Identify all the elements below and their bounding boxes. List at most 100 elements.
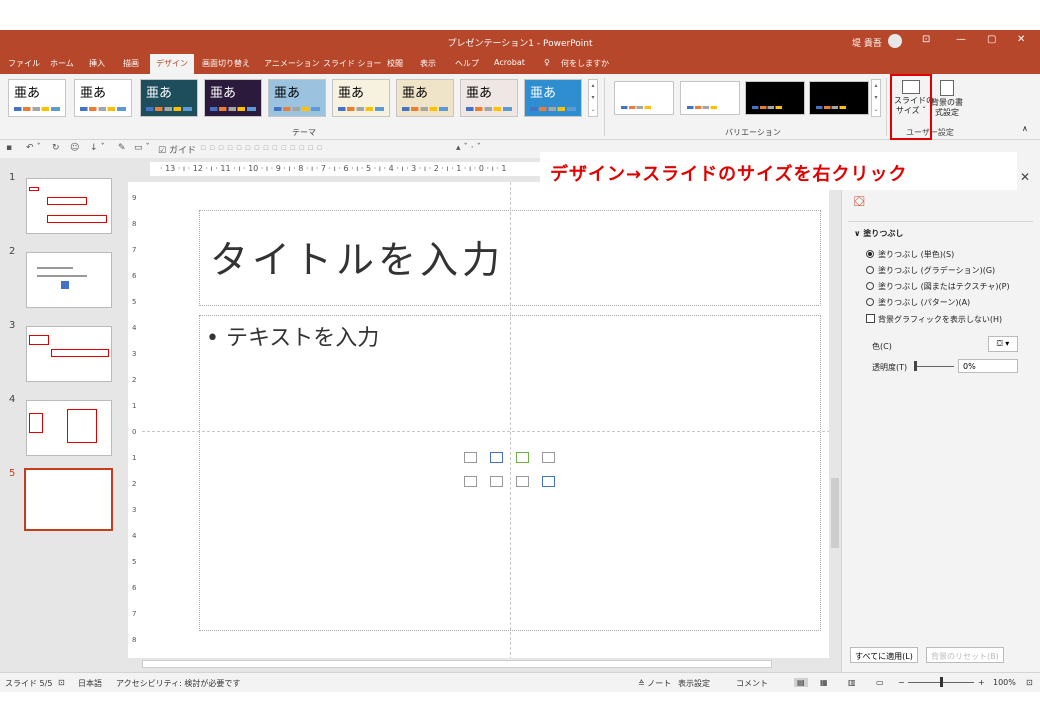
fill-icon[interactable]: ⛋ xyxy=(854,194,865,210)
undo-icon[interactable]: ↶ ˇ xyxy=(26,143,41,153)
gradient-fill-radio[interactable] xyxy=(866,266,874,274)
slide-thumbnail-2[interactable] xyxy=(26,252,112,308)
variant-3[interactable] xyxy=(745,81,805,115)
theme-office[interactable]: 亜あ xyxy=(8,79,66,117)
tab-home[interactable]: ホーム xyxy=(50,58,74,69)
tell-me-search[interactable]: 何をしますか xyxy=(561,58,609,69)
pane-divider[interactable] xyxy=(118,158,128,672)
pointer-icon[interactable]: ↓ ˇ xyxy=(90,143,105,153)
smartart-icon[interactable] xyxy=(516,452,529,463)
slide-canvas[interactable]: タイトルを入力 • テキストを入力 xyxy=(142,182,830,660)
format-background-button[interactable]: 背景の書 式設定 xyxy=(930,80,964,118)
fill-color-button[interactable]: ⛋ ▾ xyxy=(988,336,1018,352)
minimize-button[interactable]: — xyxy=(956,34,966,45)
accessibility-status[interactable]: アクセシビリティ: 検討が必要です xyxy=(116,678,240,689)
tab-view[interactable]: 表示 xyxy=(420,58,436,69)
redo-icon[interactable]: ↻ xyxy=(52,143,60,153)
display-settings-button[interactable]: 表示設定 xyxy=(678,678,710,689)
hide-graphics-checkbox[interactable] xyxy=(866,314,875,323)
theme-8[interactable]: 亜あ xyxy=(460,79,518,117)
zoom-in-icon[interactable]: + xyxy=(978,678,985,687)
presenter-icon[interactable]: ☺ xyxy=(70,143,79,153)
tab-insert[interactable]: 挿入 xyxy=(89,58,105,69)
3d-model-icon[interactable] xyxy=(542,452,555,463)
slide-thumbnail-4[interactable] xyxy=(26,400,112,456)
user-name[interactable]: 堤 貴吾 xyxy=(852,36,882,49)
comments-button[interactable]: コメント xyxy=(736,678,768,689)
zoom-level[interactable]: 100% xyxy=(993,678,1016,687)
online-picture-icon[interactable] xyxy=(490,476,503,487)
restore-button[interactable]: ▢ xyxy=(987,34,996,45)
more-icon[interactable]: ▴ ˇ · ˇ xyxy=(456,143,481,153)
guide-checkbox[interactable]: ☑ ガイド xyxy=(158,143,196,156)
video-icon[interactable] xyxy=(516,476,529,487)
horizontal-guide[interactable] xyxy=(142,431,830,432)
tab-review[interactable]: 校閲 xyxy=(387,58,403,69)
slide-thumbnail-1[interactable] xyxy=(26,178,112,234)
pen-icon[interactable]: ✎ xyxy=(118,143,126,153)
normal-view-icon[interactable]: ▤ xyxy=(794,678,808,687)
theme-6[interactable]: 亜あ xyxy=(332,79,390,117)
picture-icon[interactable] xyxy=(464,476,477,487)
variants-gallery-scroll[interactable]: ▴ ▾ ⌄ xyxy=(871,79,881,117)
spellcheck-icon[interactable]: ⊡ xyxy=(58,678,65,687)
theme-2[interactable]: 亜あ xyxy=(74,79,132,117)
theme-3[interactable]: 亜あ xyxy=(140,79,198,117)
ribbon-display-icon[interactable]: ⊡ xyxy=(922,34,930,45)
scroll-thumb[interactable] xyxy=(142,660,772,668)
theme-5[interactable]: 亜あ xyxy=(268,79,326,117)
theme-4[interactable]: 亜あ xyxy=(204,79,262,117)
slideshow-icon[interactable]: ▭ xyxy=(876,678,884,687)
slide-thumbnail-5[interactable] xyxy=(24,468,113,531)
language-indicator[interactable]: 日本語 xyxy=(78,678,102,689)
theme-9[interactable]: 亜あ xyxy=(524,79,582,117)
variant-4[interactable] xyxy=(809,81,869,115)
zoom-out-icon[interactable]: − xyxy=(898,678,905,687)
avatar[interactable] xyxy=(888,34,902,48)
screen-bottom-margin xyxy=(0,692,1040,720)
theme-7[interactable]: 亜あ xyxy=(396,79,454,117)
transparency-slider-knob[interactable] xyxy=(914,361,917,371)
tab-transitions[interactable]: 画面切り替え xyxy=(202,58,250,69)
group-separator xyxy=(604,78,605,136)
tab-design[interactable]: デザイン xyxy=(150,54,194,74)
table-icon[interactable] xyxy=(464,452,477,463)
tab-draw[interactable]: 描画 xyxy=(123,58,139,69)
reading-view-icon[interactable]: ▥ xyxy=(848,678,856,687)
thumb-line xyxy=(37,267,73,269)
variant-1[interactable] xyxy=(614,81,674,115)
tab-animations[interactable]: アニメーション xyxy=(264,58,320,69)
save-icon[interactable]: ▪ xyxy=(6,143,12,153)
tab-acrobat[interactable]: Acrobat xyxy=(494,58,525,67)
fill-section-header[interactable]: ∨ 塗りつぶし xyxy=(854,228,903,239)
picture-fill-radio[interactable] xyxy=(866,282,874,290)
variant-2[interactable] xyxy=(680,81,740,115)
tab-help[interactable]: ヘルプ xyxy=(455,58,479,69)
zoom-slider-knob[interactable] xyxy=(940,677,943,687)
themes-gallery-scroll[interactable]: ▴ ▾ ⌄ xyxy=(588,79,598,117)
fit-to-window-icon[interactable]: ⊡ xyxy=(1026,678,1033,687)
chart-icon[interactable] xyxy=(490,452,503,463)
pattern-fill-label: 塗りつぶし (パターン)(A) xyxy=(878,298,971,307)
vertical-guide[interactable] xyxy=(510,182,511,660)
transparency-input[interactable]: 0% xyxy=(958,359,1018,373)
pattern-fill-radio[interactable] xyxy=(866,298,874,306)
tab-slideshow[interactable]: スライド ショー xyxy=(323,58,382,69)
disabled-tools: ▫ ▫ ▫ ▫ ▫ ▫ ▫ ▫ ▫ ▫ ▫ ▫ ▫ ▫ xyxy=(200,143,323,153)
transparency-slider[interactable] xyxy=(916,366,954,367)
horizontal-scrollbar[interactable] xyxy=(128,658,830,670)
close-button[interactable]: ✕ xyxy=(1017,34,1025,45)
collapse-ribbon-button[interactable]: ∧ xyxy=(1022,124,1028,134)
apply-all-button[interactable]: すべてに適用(L) xyxy=(850,647,918,663)
slide-thumbnail-3[interactable] xyxy=(26,326,112,382)
vertical-scrollbar[interactable] xyxy=(829,182,841,660)
tab-file[interactable]: ファイル xyxy=(8,58,40,69)
format-background-pane: ✕ ⛋ ∨ 塗りつぶし 塗りつぶし (単色)(S) 塗りつぶし (グラデーション… xyxy=(841,158,1040,672)
slide-sorter-icon[interactable]: ▦ xyxy=(820,678,828,687)
close-pane-icon[interactable]: ✕ xyxy=(1020,170,1030,184)
shape-icon[interactable]: ▭ ˇ xyxy=(134,143,150,153)
icons-icon[interactable] xyxy=(542,476,555,487)
scroll-thumb[interactable] xyxy=(831,478,839,548)
notes-button[interactable]: ≙ ノート xyxy=(638,678,671,689)
solid-fill-radio[interactable] xyxy=(866,250,874,258)
